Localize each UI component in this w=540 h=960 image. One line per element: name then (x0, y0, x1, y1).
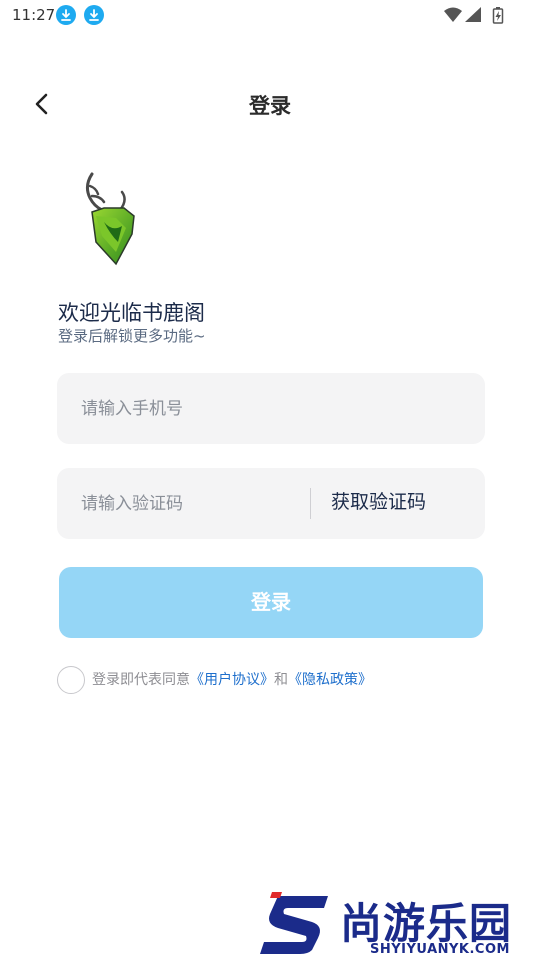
agreement-checkbox[interactable] (57, 666, 85, 694)
status-time: 11:27 (12, 6, 56, 24)
nav-bar: 登录 (0, 78, 540, 128)
watermark-url: SHYIYUANYK.COM (370, 942, 510, 957)
agreement-prefix: 登录即代表同意 (92, 672, 190, 688)
signal-icon (465, 7, 481, 22)
phone-field-container (57, 373, 485, 444)
code-field-container: 获取验证码 (57, 468, 485, 539)
download-icon (84, 5, 104, 25)
welcome-subtitle: 登录后解锁更多功能~ (58, 327, 206, 345)
welcome-title: 欢迎光临书鹿阁 (58, 301, 205, 325)
status-indicators (444, 6, 508, 24)
wifi-icon (444, 7, 462, 22)
battery-icon (492, 7, 504, 24)
phone-input[interactable] (81, 373, 461, 444)
download-icon (56, 5, 76, 25)
status-bar: 11:27 (0, 0, 540, 32)
get-code-button[interactable]: 获取验证码 (331, 468, 426, 539)
watermark-s-logo (260, 892, 328, 954)
login-button[interactable]: 登录 (59, 567, 483, 638)
verification-code-input[interactable] (81, 468, 301, 539)
privacy-policy-link[interactable]: 《隐私政策》 (288, 672, 372, 688)
deer-logo (82, 172, 142, 268)
agreement-text: 登录即代表同意《用户协议》和《隐私政策》 (92, 669, 372, 689)
page-title: 登录 (249, 94, 291, 118)
watermark: 尚游乐园 SHYIYUANYK.COM (258, 890, 540, 960)
field-divider (310, 488, 311, 519)
user-agreement-link[interactable]: 《用户协议》 (190, 672, 274, 688)
agreement-conjunction: 和 (274, 672, 288, 688)
